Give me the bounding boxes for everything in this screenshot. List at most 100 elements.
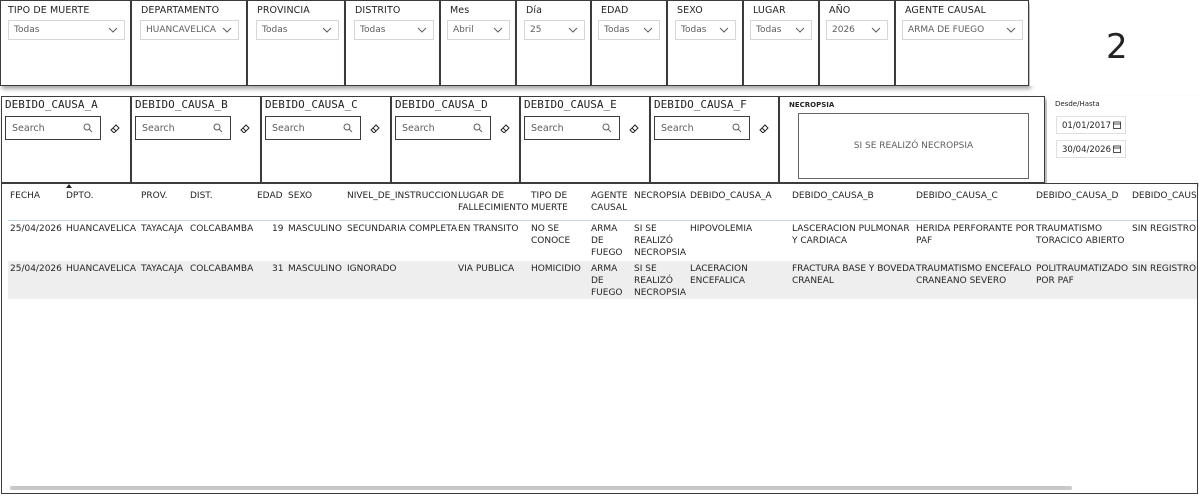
column-header-edad[interactable]: EDAD	[257, 190, 283, 202]
calendar-icon[interactable]	[1113, 121, 1121, 129]
slicer-title: DEBIDO_CAUSA_B	[135, 98, 228, 111]
slicer-mes: Mes Abril	[440, 0, 516, 86]
sexo-dropdown[interactable]: Todas	[675, 20, 736, 40]
agente-causal-dropdown[interactable]: ARMA DE FUEGO	[902, 20, 1023, 40]
column-header-agente-line2[interactable]: CAUSAL	[591, 202, 627, 214]
anio-dropdown[interactable]: 2026	[826, 20, 888, 40]
chevron-down-icon	[417, 27, 427, 33]
search-placeholder: Search	[402, 123, 435, 134]
cell-fecha: 25/04/2026	[10, 224, 62, 234]
calendar-icon[interactable]	[1113, 145, 1121, 153]
column-header-dpto[interactable]: DPTO.	[66, 190, 93, 202]
slicer-title: Mes	[450, 5, 470, 16]
cell-agente-line1: ARMA	[591, 264, 618, 274]
eraser-icon[interactable]	[759, 123, 769, 133]
date-to-input[interactable]: 30/04/2026	[1056, 140, 1126, 158]
column-header-causa-d[interactable]: DEBIDO_CAUSA_D	[1036, 190, 1118, 202]
slicer-title: DEBIDO_CAUSA_D	[395, 98, 488, 111]
column-header-nivel-instruccion[interactable]: NIVEL_DE_INSTRUCCION	[347, 190, 457, 202]
column-header-causa-b[interactable]: DEBIDO_CAUSA_B	[792, 190, 874, 202]
tipo-muerte-dropdown[interactable]: Todas	[8, 20, 125, 40]
search-icon	[213, 123, 223, 133]
cell-edad: 19	[272, 224, 284, 234]
dropdown-value: 2026	[832, 25, 855, 35]
cell-agente-line3: FUEGO	[591, 288, 623, 298]
search-input[interactable]: Search	[135, 116, 231, 140]
dropdown-value: Abril	[453, 25, 474, 35]
search-input[interactable]: Search	[524, 116, 620, 140]
column-header-lugar-line1[interactable]: LUGAR DE	[458, 190, 504, 202]
lugar-dropdown[interactable]: Todas	[750, 20, 812, 40]
cell-nivel: SECUNDARIA COMPLETA	[347, 224, 458, 234]
cell-tipo-line1: NO SE	[531, 224, 560, 234]
cell-necropsia-line1: SI SE	[634, 264, 657, 274]
dropdown-value: Todas	[604, 25, 630, 35]
slicer-title: Desde/Hasta	[1055, 100, 1100, 108]
eraser-icon[interactable]	[110, 123, 120, 133]
slicer-title: DEBIDO_CAUSA_C	[265, 98, 358, 111]
search-icon	[83, 123, 93, 133]
edad-dropdown[interactable]: Todas	[598, 20, 660, 40]
cell-causa-c-line1: HERIDA PERFORANTE POR	[916, 224, 1035, 234]
dropdown-value: Todas	[360, 25, 386, 35]
slicer-title: DEBIDO_CAUSA_A	[5, 98, 98, 111]
search-icon	[732, 123, 742, 133]
mes-dropdown[interactable]: Abril	[447, 20, 510, 40]
cell-necropsia-line2: REALIZÓ	[634, 276, 674, 286]
column-header-fecha[interactable]: FECHA	[10, 190, 40, 202]
cell-agente-line2: DE	[591, 276, 604, 286]
date-from-input[interactable]: 01/01/2017	[1056, 116, 1126, 134]
cell-causa-b-line1: LASCERACION PULMONAR	[792, 224, 910, 234]
cell-causa-e: SIN REGISTRO	[1132, 224, 1197, 234]
chevron-down-icon	[108, 27, 118, 33]
eraser-icon[interactable]	[500, 123, 510, 133]
cell-agente-line2: DE	[591, 236, 604, 246]
column-header-prov[interactable]: PROV.	[141, 190, 167, 202]
column-header-causa-a[interactable]: DEBIDO_CAUSA_A	[690, 190, 772, 202]
slicer-title: Día	[526, 5, 543, 16]
search-input[interactable]: Search	[654, 116, 750, 140]
column-header-dist[interactable]: DIST.	[190, 190, 213, 202]
column-header-lugar-line2[interactable]: FALLECIMIENTO	[458, 202, 529, 214]
departamento-dropdown[interactable]: HUANCAVELICA	[140, 20, 239, 40]
cell-dist: COLCABAMBA	[190, 224, 254, 234]
cell-causa-a-line2: ENCEFALICA	[690, 276, 746, 286]
column-header-tipo-line1[interactable]: TIPO DE	[531, 190, 567, 202]
cell-causa-c-line2: CRANEANO SEVERO	[916, 276, 1007, 286]
slicer-distrito: DISTRITO Todas	[345, 0, 440, 86]
cell-prov: TAYACAJA	[141, 264, 184, 274]
provincia-dropdown[interactable]: Todas	[256, 20, 339, 40]
search-input[interactable]: Search	[265, 116, 361, 140]
slicer-title: NECROPSIA	[789, 101, 835, 109]
cell-causa-d-line1: POLITRAUMATIZADO	[1036, 264, 1129, 274]
chevron-down-icon	[643, 27, 653, 33]
eraser-icon[interactable]	[240, 123, 250, 133]
column-header-causa-c[interactable]: DEBIDO_CAUSA_C	[916, 190, 998, 202]
horizontal-scrollbar[interactable]	[10, 486, 1072, 490]
cell-causa-d-line2: TORACICO ABIERTO	[1036, 236, 1125, 246]
slicer-agente-causal: AGENTE CAUSAL ARMA DE FUEGO	[895, 0, 1029, 86]
column-header-agente-line1[interactable]: AGENTE	[591, 190, 628, 202]
eraser-icon[interactable]	[370, 123, 380, 133]
eraser-icon[interactable]	[629, 123, 639, 133]
cell-tipo-line1: HOMICIDIO	[531, 264, 581, 274]
dia-dropdown[interactable]: 25	[524, 20, 585, 40]
slicer-necropsia: NECROPSIA SI SE REALIZÓ NECROPSIA	[779, 96, 1045, 183]
column-header-sexo[interactable]: SEXO	[288, 190, 312, 202]
cell-causa-b-line1: FRACTURA BASE Y BOVEDA	[792, 264, 916, 274]
distrito-dropdown[interactable]: Todas	[354, 20, 434, 40]
search-input[interactable]: Search	[395, 116, 491, 140]
slicer-title: EDAD	[601, 5, 629, 16]
slicer-title: PROVINCIA	[257, 5, 310, 16]
search-placeholder: Search	[142, 123, 175, 134]
slicer-anio: AÑO 2026	[819, 0, 895, 86]
slicer-lugar: LUGAR Todas	[743, 0, 819, 86]
slicer-title: DISTRITO	[355, 5, 401, 16]
necropsia-tile[interactable]: SI SE REALIZÓ NECROPSIA	[798, 113, 1029, 179]
column-header-tipo-line2[interactable]: MUERTE	[531, 202, 568, 214]
column-header-necropsia[interactable]: NECROPSIA	[634, 190, 686, 202]
column-header-causa-e[interactable]: DEBIDO_CAUSA	[1132, 190, 1197, 202]
slicer-title: AÑO	[829, 5, 851, 16]
slicer-title: SEXO	[677, 5, 703, 16]
search-input[interactable]: Search	[5, 116, 101, 140]
